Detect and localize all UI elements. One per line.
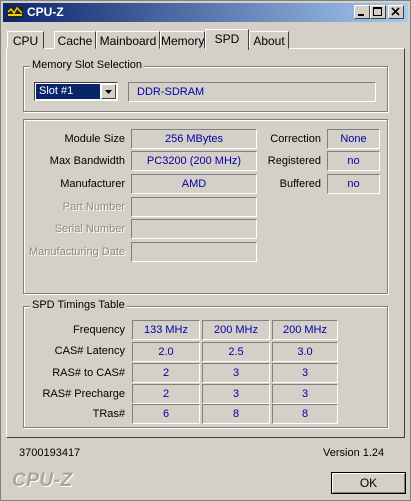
timing-cell: 3	[202, 384, 270, 404]
timing-cell: 3.0	[272, 342, 338, 362]
maximize-button[interactable]	[370, 5, 386, 19]
close-icon	[391, 7, 400, 16]
serial-number-label: Serial Number	[54, 223, 125, 235]
part-number-value	[131, 197, 257, 217]
timing-cell: 200 MHz	[202, 320, 270, 340]
timing-cell: 200 MHz	[272, 320, 338, 340]
tab-memory[interactable]: Memory	[160, 31, 205, 49]
slot-select[interactable]: Slot #1	[34, 82, 118, 101]
timing-label-frequency: Frequency	[73, 324, 125, 336]
timing-label-cas-latency: CAS# Latency	[54, 345, 125, 357]
timing-cell: 2	[132, 363, 200, 383]
tab-cpu[interactable]: CPU	[7, 31, 44, 49]
tab-spd[interactable]: SPD	[205, 29, 249, 50]
minimize-icon	[358, 14, 364, 16]
buffered-label: Buffered	[279, 178, 321, 190]
slot-select-dropdown-button[interactable]	[101, 84, 116, 99]
tab-about[interactable]: About	[249, 31, 289, 49]
cpuz-app-icon	[7, 7, 23, 18]
window-title: CPU-Z	[27, 5, 64, 19]
timing-label-ras-to-cas: RAS# to CAS#	[52, 367, 125, 379]
timing-label-ras-precharge: RAS# Precharge	[42, 388, 125, 400]
correction-label: Correction	[270, 133, 321, 145]
memory-type-field: DDR-SDRAM	[128, 82, 376, 102]
timing-cell: 133 MHz	[132, 320, 200, 340]
tab-cache[interactable]: Cache	[54, 31, 96, 49]
timing-cell: 8	[272, 404, 338, 424]
timing-cell: 2	[132, 384, 200, 404]
cpuz-logo: CPU-Z	[12, 470, 73, 491]
correction-value: None	[327, 129, 380, 149]
timing-cell: 2.5	[202, 342, 270, 362]
title-bar[interactable]: CPU-Z	[3, 3, 408, 22]
timing-cell: 8	[202, 404, 270, 424]
cpuz-window: CPU-Z CPU Cache Mainboard Memory SPD Abo…	[0, 0, 411, 501]
registered-value: no	[327, 151, 380, 171]
timing-cell: 3	[202, 363, 270, 383]
timing-cell: 2.0	[132, 342, 200, 362]
version-text: Version 1.24	[323, 447, 385, 459]
buffered-value: no	[327, 174, 380, 194]
manufacturer-value: AMD	[131, 174, 257, 194]
minimize-button[interactable]	[354, 5, 370, 19]
manufacturer-label: Manufacturer	[60, 178, 125, 190]
close-button[interactable]	[388, 5, 404, 19]
registered-label: Registered	[267, 155, 321, 167]
spd-timings-legend: SPD Timings Table	[30, 299, 127, 311]
timing-cell: 3	[272, 384, 338, 404]
memory-slot-selection-legend: Memory Slot Selection	[30, 59, 145, 71]
maximize-icon	[373, 7, 382, 16]
max-bandwidth-label: Max Bandwidth	[49, 155, 125, 167]
serial-number-text: 3700193417	[19, 447, 81, 459]
serial-number-value	[131, 219, 257, 239]
chevron-down-icon	[105, 90, 112, 94]
module-size-value: 256 MBytes	[131, 129, 257, 149]
ok-button[interactable]: OK	[331, 472, 406, 494]
timing-label-tras: TRas#	[92, 408, 125, 420]
part-number-label: Part Number	[62, 201, 125, 213]
timing-cell: 3	[272, 363, 338, 383]
tab-mainboard[interactable]: Mainboard	[96, 31, 160, 49]
manufacturing-date-value	[131, 242, 257, 262]
manufacturing-date-label: Manufacturing Date	[29, 246, 125, 258]
slot-select-value: Slot #1	[36, 84, 100, 99]
max-bandwidth-value: PC3200 (200 MHz)	[131, 151, 257, 171]
timing-cell: 6	[132, 404, 200, 424]
module-size-label: Module Size	[64, 133, 125, 145]
